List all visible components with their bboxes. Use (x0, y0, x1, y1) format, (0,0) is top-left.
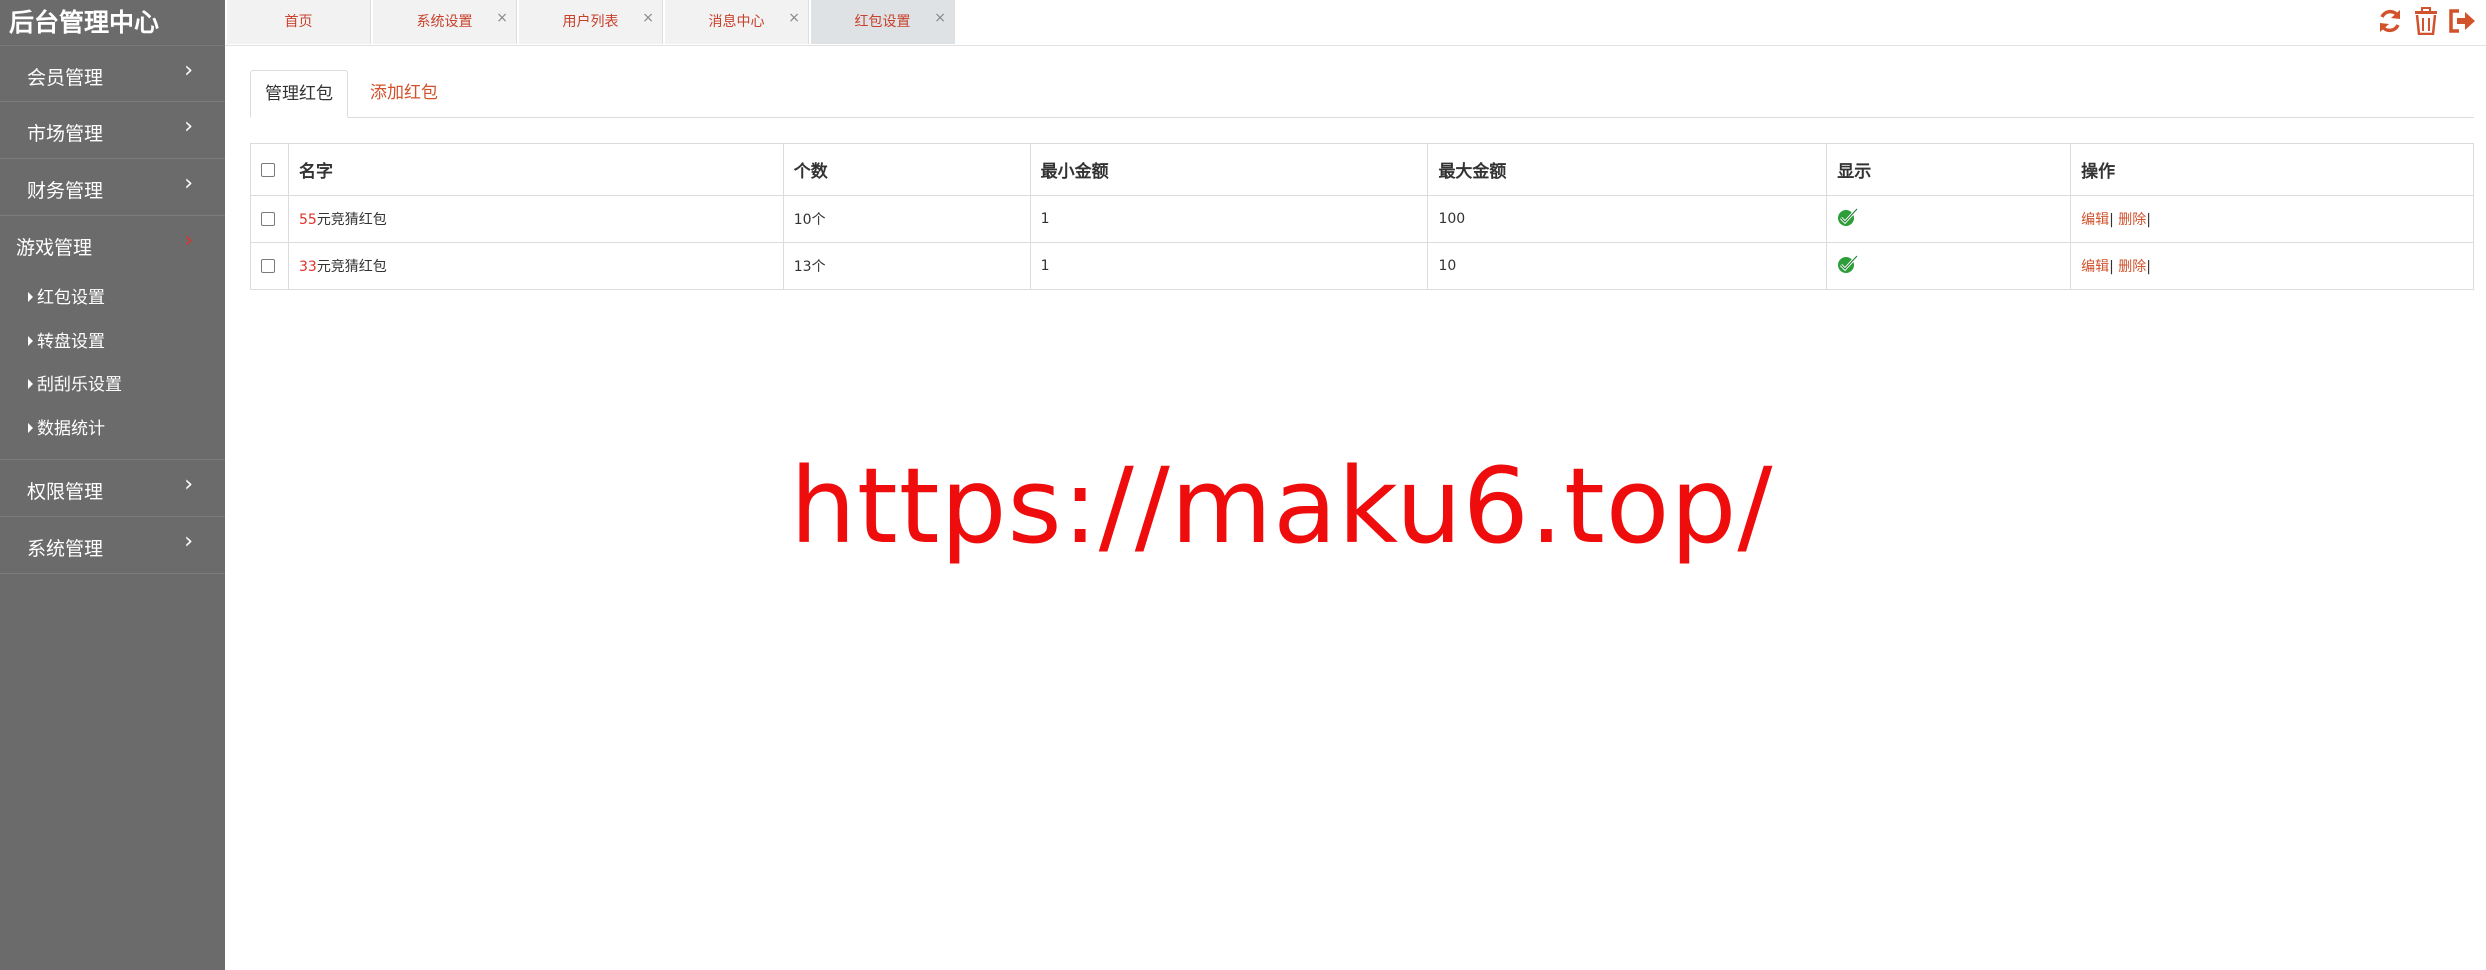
tab-label: 系统设置 (416, 14, 473, 30)
sidebar-item-label: 财务管理 (27, 180, 104, 202)
tab-bar: 首页 系统设置 × 用户列表 × 消息中心 × 红包设置 × (225, 0, 2486, 46)
close-icon[interactable]: × (642, 0, 654, 40)
tab-user-list[interactable]: 用户列表 × (519, 0, 663, 44)
select-all-checkbox[interactable] (261, 162, 275, 177)
select-all-cell (250, 143, 289, 196)
separator: | (2146, 212, 2152, 228)
sidebar-subitem-wheel[interactable]: 转盘设置 (0, 321, 225, 365)
row-select-cell (250, 195, 289, 243)
close-icon[interactable]: × (496, 0, 508, 40)
tab-home[interactable]: 首页 (227, 0, 371, 44)
edit-link[interactable]: 编辑 (2081, 259, 2109, 275)
name-amount: 33 (298, 259, 317, 275)
sidebar-subitem-label: 数据统计 (37, 418, 105, 439)
delete-link[interactable]: 删除 (2118, 212, 2146, 228)
name-amount: 55 (298, 212, 317, 228)
sidebar-item-label: 游戏管理 (16, 237, 93, 259)
tab-add-redpacket[interactable]: 添加红包 (356, 70, 452, 118)
sidebar-item-games[interactable]: 游戏管理 › (0, 216, 225, 273)
sidebar-item-market[interactable]: 市场管理 › (0, 102, 225, 159)
edit-link[interactable]: 编辑 (2081, 212, 2109, 228)
chevron-right-icon: › (184, 228, 193, 253)
chevron-right-icon: › (184, 114, 193, 139)
chevron-right-icon: › (184, 529, 193, 554)
tab-label: 消息中心 (708, 14, 765, 30)
sidebar: 后台管理中心 会员管理 › 市场管理 › 财务管理 › 游戏管理 › 红包设置 … (0, 0, 225, 970)
app-title: 后台管理中心 (0, 0, 225, 46)
caret-right-icon (28, 379, 33, 389)
column-header: 显示 (1826, 143, 2072, 196)
close-icon[interactable]: × (934, 0, 946, 40)
sidebar-subitem-redpacket[interactable]: 红包设置 (0, 277, 225, 321)
sidebar-subitem-label: 刮刮乐设置 (37, 375, 122, 395)
separator: | (2109, 212, 2114, 228)
name-text: 元竞猜红包 (316, 212, 387, 228)
name-cell: 33元竞猜红包 (287, 242, 784, 290)
refresh-icon[interactable] (2376, 3, 2404, 39)
sidebar-subitem-label: 转盘设置 (37, 331, 105, 352)
row-checkbox[interactable] (261, 259, 275, 273)
sidebar-item-label: 市场管理 (27, 123, 104, 145)
sidebar-subitem-stats[interactable]: 数据统计 (0, 408, 225, 452)
column-header: 最大金额 (1427, 143, 1828, 196)
sidebar-item-label: 权限管理 (27, 481, 104, 503)
sidebar-item-finance[interactable]: 财务管理 › (0, 159, 225, 216)
visible-cell (1826, 242, 2072, 290)
main-content: 管理红包 添加红包 名字 个数 最小金额 最大金额 显示 操作 55元竞猜红包 … (250, 70, 2474, 290)
subtab-bar: 管理红包 添加红包 (250, 70, 2474, 118)
actions-cell: 编辑| 删除| (2070, 242, 2474, 290)
close-icon[interactable]: × (788, 0, 800, 40)
name-cell: 55元竞猜红包 (287, 195, 784, 243)
watermark-url: https://maku6.top/ (790, 445, 1774, 567)
chevron-right-icon: › (184, 58, 193, 83)
sidebar-item-permissions[interactable]: 权限管理 › (0, 460, 225, 517)
table-header-row: 名字 个数 最小金额 最大金额 显示 操作 (250, 143, 2474, 196)
chevron-right-icon: › (184, 171, 193, 196)
tab-system-settings[interactable]: 系统设置 × (373, 0, 517, 44)
delete-link[interactable]: 删除 (2118, 259, 2146, 275)
redpacket-table: 名字 个数 最小金额 最大金额 显示 操作 55元竞猜红包 10个 1 100 (250, 143, 2474, 290)
row-select-cell (250, 242, 289, 290)
visible-cell (1826, 195, 2072, 243)
sidebar-subitem-label: 红包设置 (37, 288, 105, 308)
check-icon[interactable] (1837, 207, 1859, 231)
caret-right-icon (28, 335, 33, 346)
games-submenu: 红包设置 转盘设置 刮刮乐设置 数据统计 (0, 273, 225, 460)
chevron-right-icon: › (184, 472, 193, 497)
column-header: 名字 (287, 143, 784, 196)
column-header: 最小金额 (1029, 143, 1429, 196)
logout-icon[interactable] (2448, 3, 2476, 39)
tab-redpacket-settings[interactable]: 红包设置 × (811, 0, 955, 44)
min-amount-cell: 1 (1029, 242, 1429, 290)
max-amount-cell: 10 (1427, 242, 1828, 290)
row-checkbox[interactable] (261, 212, 275, 226)
table-row: 33元竞猜红包 13个 1 10 编辑| 删除| (250, 242, 2474, 290)
separator: | (2109, 259, 2114, 275)
actions-cell: 编辑| 删除| (2070, 195, 2474, 243)
max-amount-cell: 100 (1427, 195, 1828, 243)
trash-icon[interactable] (2412, 3, 2440, 39)
check-icon[interactable] (1837, 254, 1859, 278)
tab-label: 首页 (284, 14, 313, 30)
sidebar-item-label: 系统管理 (27, 538, 104, 560)
count-cell: 10个 (782, 195, 1031, 243)
tab-manage-redpacket[interactable]: 管理红包 (250, 70, 348, 118)
min-amount-cell: 1 (1029, 195, 1429, 243)
caret-right-icon (28, 292, 33, 302)
name-text: 元竞猜红包 (316, 259, 387, 275)
sidebar-item-system[interactable]: 系统管理 › (0, 517, 225, 574)
caret-right-icon (28, 422, 33, 433)
tab-label: 用户列表 (562, 14, 619, 30)
separator: | (2146, 259, 2152, 275)
count-cell: 13个 (782, 242, 1031, 290)
table-row: 55元竞猜红包 10个 1 100 编辑| 删除| (250, 195, 2474, 243)
tab-message-center[interactable]: 消息中心 × (665, 0, 809, 44)
column-header: 个数 (782, 143, 1031, 196)
sidebar-item-label: 会员管理 (27, 67, 104, 89)
sidebar-item-members[interactable]: 会员管理 › (0, 46, 225, 102)
sidebar-subitem-scratch[interactable]: 刮刮乐设置 (0, 364, 225, 408)
tab-label: 红包设置 (854, 14, 911, 30)
column-header: 操作 (2070, 143, 2474, 196)
toolbar-icons (2376, 3, 2476, 39)
